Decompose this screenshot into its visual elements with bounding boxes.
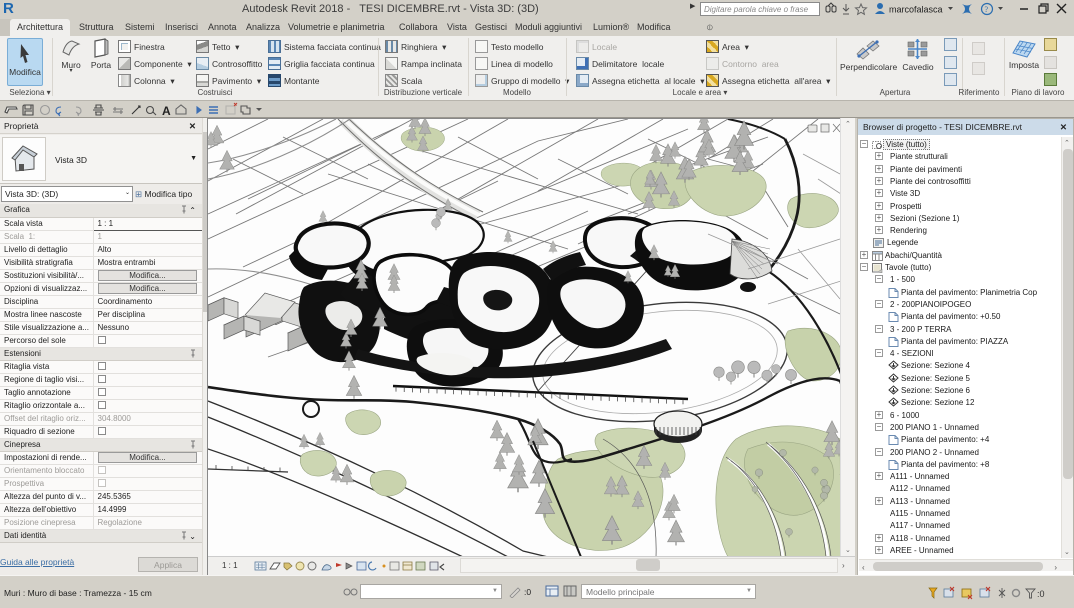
svg-text:marcofalasca: marcofalasca xyxy=(889,5,943,15)
svg-text:A: A xyxy=(162,104,171,118)
svg-text:?: ? xyxy=(985,5,989,14)
svg-text::0: :0 xyxy=(1037,589,1045,599)
